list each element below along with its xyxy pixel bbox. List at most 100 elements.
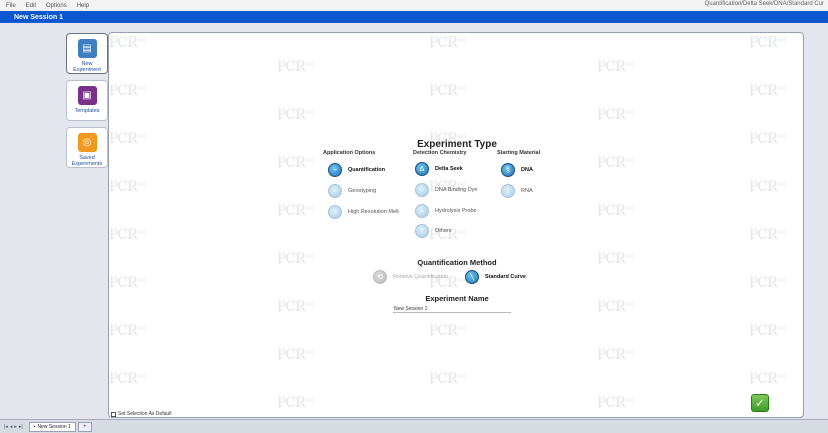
pcrmax-watermark: PCRmax bbox=[749, 35, 786, 51]
option-label: Genotyping bbox=[348, 188, 377, 194]
pcrmax-watermark: PCRmax bbox=[277, 395, 314, 411]
pcrmax-watermark: PCRmax bbox=[749, 371, 786, 387]
checkbox-box[interactable] bbox=[111, 411, 116, 417]
pcrmax-watermark: PCRmax bbox=[109, 35, 146, 51]
option-high-resolution-melt[interactable]: ∿ High Resolution Melt bbox=[328, 205, 399, 219]
pcrmax-watermark: PCRmax bbox=[597, 155, 634, 171]
tab-first-icon[interactable]: |◂ bbox=[4, 424, 8, 430]
watermark-sup: max bbox=[136, 373, 147, 380]
option-dna[interactable]: § DNA bbox=[501, 163, 533, 177]
watermark-sup: max bbox=[776, 229, 787, 236]
menu-edit[interactable]: Edit bbox=[26, 3, 36, 9]
menu-file[interactable]: File bbox=[6, 3, 16, 9]
checkmark-icon: ✓ bbox=[754, 396, 766, 410]
option-genotyping[interactable]: ≈ Genotyping bbox=[328, 184, 376, 198]
watermark-text: PCR bbox=[109, 371, 138, 387]
watermark-sup: max bbox=[776, 277, 787, 284]
watermark-sup: max bbox=[456, 37, 467, 44]
option-quantification[interactable]: ~ Quantification bbox=[328, 163, 385, 177]
watermark-text: PCR bbox=[109, 275, 138, 291]
new-experiment-button[interactable]: ▤ New Experiment bbox=[66, 33, 108, 74]
delta-seek-icon: Δ bbox=[415, 162, 429, 176]
option-rna[interactable]: ʃ RNA bbox=[501, 184, 533, 198]
hydrolysis-probe-icon: ⌁ bbox=[415, 204, 429, 218]
watermark-sup: max bbox=[624, 109, 635, 116]
set-default-checkbox[interactable]: Set Selection As Default bbox=[111, 411, 172, 417]
option-delta-seek[interactable]: Δ Delta Seek bbox=[415, 162, 463, 176]
templates-label: Templates bbox=[74, 108, 100, 114]
watermark-text: PCR bbox=[749, 227, 778, 243]
watermark-sup: max bbox=[624, 61, 635, 68]
tab-last-icon[interactable]: ▸| bbox=[19, 424, 23, 430]
pcrmax-watermark: PCRmax bbox=[597, 395, 634, 411]
watermark-sup: max bbox=[776, 325, 787, 332]
watermark-sup: max bbox=[136, 85, 147, 92]
melt-curve-icon: ∿ bbox=[328, 205, 342, 219]
watermark-text: PCR bbox=[277, 59, 306, 75]
watermark-text: PCR bbox=[597, 395, 626, 411]
dna-binding-dye-icon: ◊ bbox=[415, 183, 429, 197]
pcrmax-watermark: PCRmax bbox=[749, 275, 786, 291]
pcrmax-watermark: PCRmax bbox=[277, 155, 314, 171]
pcrmax-watermark: PCRmax bbox=[597, 59, 634, 75]
option-relative-quantification: ⟲ Relative Quantification bbox=[373, 270, 448, 284]
pcrmax-watermark: PCRmax bbox=[109, 227, 146, 243]
watermark-text: PCR bbox=[597, 347, 626, 363]
workspace: ▤ New Experiment ▣ Templates ◎ Saved Exp… bbox=[0, 23, 828, 419]
watermark-text: PCR bbox=[429, 83, 458, 99]
saved-experiments-button[interactable]: ◎ Saved Experiments bbox=[66, 127, 108, 168]
watermark-text: PCR bbox=[277, 155, 306, 171]
session-title-bar: New Session 1 bbox=[0, 11, 828, 23]
pcrmax-watermark: PCRmax bbox=[109, 275, 146, 291]
genotyping-icon: ≈ bbox=[328, 184, 342, 198]
option-dna-binding-dye[interactable]: ◊ DNA Binding Dye bbox=[415, 183, 478, 197]
dna-icon: § bbox=[501, 163, 515, 177]
templates-icon: ▣ bbox=[77, 86, 97, 105]
watermark-text: PCR bbox=[109, 179, 138, 195]
pcrmax-watermark: PCRmax bbox=[597, 347, 634, 363]
watermark-sup: max bbox=[624, 397, 635, 404]
option-label: Quantification bbox=[348, 167, 385, 173]
pcrmax-watermark: PCRmax bbox=[109, 371, 146, 387]
add-tab-button[interactable]: + bbox=[77, 421, 92, 432]
watermark-sup: max bbox=[776, 85, 787, 92]
tab-prev-icon[interactable]: ◂ bbox=[10, 424, 13, 430]
option-standard-curve[interactable]: ╲ Standard Curve bbox=[465, 270, 526, 284]
watermark-text: PCR bbox=[277, 107, 306, 123]
menu-help[interactable]: Help bbox=[77, 3, 89, 9]
watermark-text: PCR bbox=[277, 395, 306, 411]
experiment-type-title: Experiment Type bbox=[417, 139, 497, 150]
tab-label: New Session 1 bbox=[37, 423, 71, 430]
breadcrumb: Quantification/Delta Seek/DNA/Standard C… bbox=[704, 1, 824, 7]
confirm-button[interactable]: ✓ bbox=[751, 394, 769, 412]
starting-material-header: Starting Material bbox=[497, 150, 541, 156]
experiment-name-input[interactable] bbox=[393, 305, 511, 313]
menu-options[interactable]: Options bbox=[46, 3, 67, 9]
watermark-sup: max bbox=[776, 37, 787, 44]
saved-experiments-label: Saved Experiments bbox=[71, 155, 103, 167]
watermark-text: PCR bbox=[109, 83, 138, 99]
pcrmax-watermark: PCRmax bbox=[109, 179, 146, 195]
watermark-text: PCR bbox=[597, 107, 626, 123]
watermark-text: PCR bbox=[749, 35, 778, 51]
watermark-sup: max bbox=[456, 85, 467, 92]
watermark-text: PCR bbox=[749, 323, 778, 339]
option-label: Others bbox=[435, 228, 452, 234]
watermark-sup: max bbox=[304, 157, 315, 164]
left-nav: ▤ New Experiment ▣ Templates ◎ Saved Exp… bbox=[66, 33, 110, 174]
add-tab-icon: + bbox=[83, 423, 87, 430]
option-hydrolysis-probe[interactable]: ⌁ Hydrolysis Probe bbox=[415, 204, 477, 218]
option-label: RNA bbox=[521, 188, 533, 194]
option-others[interactable]: ? Others bbox=[415, 224, 452, 238]
tab-new-session-1[interactable]: ▪ New Session 1 bbox=[28, 421, 76, 432]
tab-next-icon[interactable]: ▸ bbox=[14, 424, 17, 430]
option-label: DNA Binding Dye bbox=[435, 187, 478, 193]
pcrmax-watermark: PCRmax bbox=[429, 323, 466, 339]
watermark-text: PCR bbox=[429, 371, 458, 387]
watermark-sup: max bbox=[456, 229, 467, 236]
watermark-text: PCR bbox=[277, 347, 306, 363]
watermark-sup: max bbox=[456, 373, 467, 380]
templates-button[interactable]: ▣ Templates bbox=[66, 80, 108, 121]
watermark-sup: max bbox=[136, 181, 147, 188]
watermark-sup: max bbox=[304, 61, 315, 68]
